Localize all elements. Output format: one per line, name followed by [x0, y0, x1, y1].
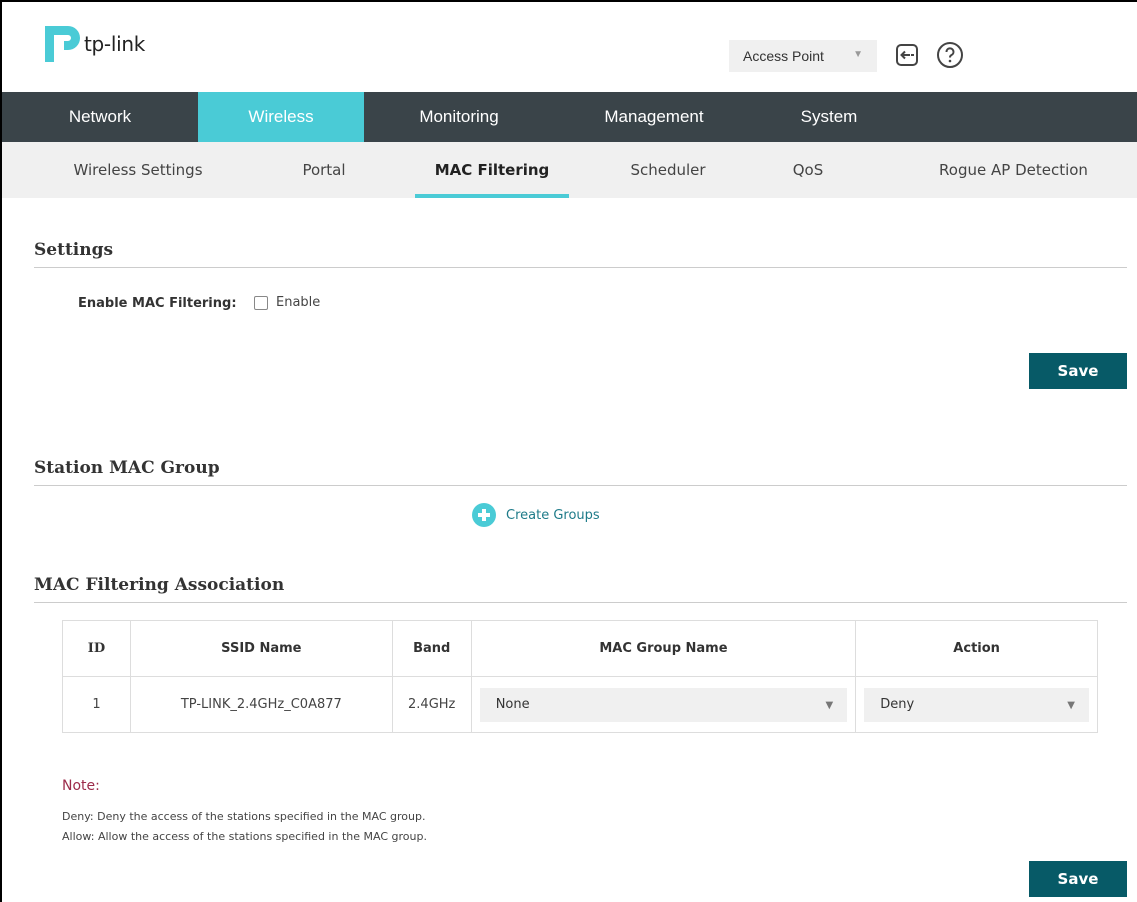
help-icon — [937, 42, 963, 68]
column-header-id: ID — [62, 620, 131, 677]
chevron-down-icon: ▼ — [1067, 699, 1075, 711]
tab-monitoring[interactable]: Monitoring — [364, 92, 554, 142]
station-mac-group-title: Station MAC Group — [34, 458, 220, 478]
header: tp-link Access Point ▼ — [2, 2, 1137, 92]
subtab-portal[interactable]: Portal — [274, 142, 374, 198]
note-title: Note: — [62, 778, 100, 794]
mode-select[interactable]: Access Point ▼ — [729, 40, 877, 72]
chevron-down-icon: ▼ — [825, 699, 834, 711]
create-groups-label: Create Groups — [506, 507, 600, 523]
column-header-mac-group: MAC Group Name — [470, 620, 857, 677]
create-groups-button[interactable]: Create Groups — [472, 503, 600, 527]
divider — [34, 602, 1127, 603]
logo-text: tp-link — [84, 32, 146, 56]
divider — [34, 485, 1127, 486]
table-row: 1 TP-LINK_2.4GHz_C0A877 2.4GHz None ▼ De… — [62, 676, 1098, 733]
subtab-scheduler[interactable]: Scheduler — [610, 142, 726, 198]
mac-group-select-value: None — [495, 697, 530, 712]
settings-title: Settings — [34, 240, 114, 260]
note-line-deny: Deny: Deny the access of the stations sp… — [62, 810, 426, 823]
enable-checkbox-label[interactable]: Enable — [276, 295, 320, 310]
association-table: ID SSID Name Band MAC Group Name Action … — [62, 620, 1098, 733]
mac-group-select[interactable]: None ▼ — [479, 687, 848, 722]
cell-ssid: TP-LINK_2.4GHz_C0A877 — [129, 676, 393, 733]
tab-network[interactable]: Network — [2, 92, 198, 142]
sub-nav: Wireless Settings Portal MAC Filtering S… — [2, 142, 1137, 198]
cell-action: Deny ▼ — [855, 676, 1098, 733]
enable-mac-filtering-label: Enable MAC Filtering: — [78, 296, 237, 311]
enable-mac-filtering-checkbox[interactable] — [254, 296, 268, 310]
tp-link-logo-icon — [45, 26, 80, 62]
action-select-value: Deny — [880, 697, 915, 712]
main-nav: Network Wireless Monitoring Management S… — [2, 92, 1137, 142]
column-header-ssid: SSID Name — [129, 620, 393, 677]
cell-band: 2.4GHz — [391, 676, 472, 733]
chevron-down-icon: ▼ — [853, 49, 863, 60]
logout-button[interactable] — [894, 42, 920, 68]
tab-system[interactable]: System — [754, 92, 904, 142]
logout-icon — [896, 44, 918, 66]
mode-select-value: Access Point — [743, 48, 824, 64]
cell-id: 1 — [62, 676, 131, 733]
cell-mac-group: None ▼ — [470, 676, 857, 733]
table-header-row: ID SSID Name Band MAC Group Name Action — [62, 620, 1098, 677]
action-select[interactable]: Deny ▼ — [864, 687, 1089, 722]
subtab-qos[interactable]: QoS — [726, 142, 890, 198]
settings-save-button[interactable]: Save — [1029, 353, 1127, 389]
subtab-wireless-settings[interactable]: Wireless Settings — [2, 142, 274, 198]
subtab-mac-filtering[interactable]: MAC Filtering — [374, 142, 610, 198]
tab-management[interactable]: Management — [554, 92, 754, 142]
mac-filtering-association-title: MAC Filtering Association — [34, 575, 285, 595]
association-save-button[interactable]: Save — [1029, 861, 1127, 897]
tp-link-logo[interactable]: tp-link — [42, 22, 145, 66]
tab-wireless[interactable]: Wireless — [198, 92, 364, 142]
column-header-band: Band — [391, 620, 472, 677]
plus-circle-icon — [472, 503, 496, 527]
subtab-rogue-ap-detection[interactable]: Rogue AP Detection — [890, 142, 1137, 198]
column-header-action: Action — [855, 620, 1098, 677]
divider — [34, 267, 1127, 268]
note-line-allow: Allow: Allow the access of the stations … — [62, 830, 427, 843]
help-button[interactable] — [936, 41, 964, 69]
